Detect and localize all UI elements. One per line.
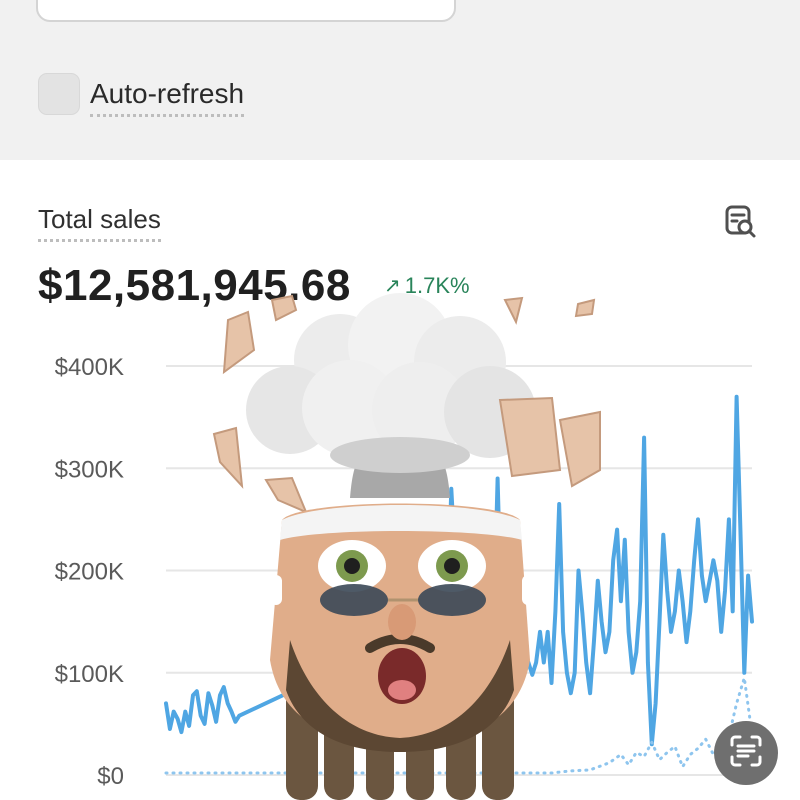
mind-blown-memoji-sticker — [212, 293, 601, 800]
scan-text-button[interactable] — [714, 721, 778, 785]
cloud-puff-icon — [246, 293, 536, 498]
scan-text-icon — [728, 733, 764, 774]
memoji-head — [270, 503, 534, 752]
